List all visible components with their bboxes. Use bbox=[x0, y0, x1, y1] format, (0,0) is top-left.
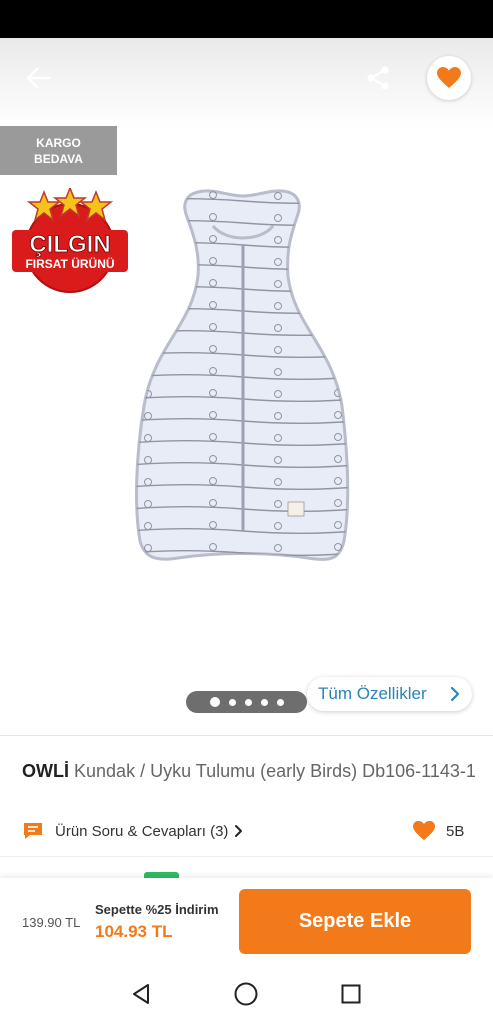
share-icon bbox=[367, 66, 389, 90]
pager-dot-4[interactable] bbox=[260, 698, 268, 706]
free-shipping-line1: KARGO bbox=[36, 136, 81, 150]
heart-icon bbox=[413, 820, 435, 841]
favorite-button[interactable] bbox=[427, 56, 471, 100]
product-image bbox=[135, 189, 350, 561]
add-to-cart-button[interactable]: Sepete Ekle bbox=[239, 889, 471, 954]
free-shipping-line2: BEDAVA bbox=[34, 152, 83, 166]
nav-home-button[interactable] bbox=[231, 980, 261, 1008]
gallery-pager[interactable] bbox=[186, 691, 307, 713]
pager-dot-1[interactable] bbox=[209, 697, 220, 707]
old-price: 139.90 TL bbox=[22, 915, 81, 930]
nav-back-button[interactable] bbox=[126, 980, 156, 1008]
chevron-right-icon bbox=[235, 825, 243, 837]
heart-icon bbox=[437, 67, 461, 88]
share-button[interactable] bbox=[358, 58, 398, 98]
promo-label: Sepette %25 İndirim bbox=[95, 902, 219, 917]
nav-home-icon bbox=[234, 982, 258, 1006]
status-bar bbox=[0, 0, 493, 38]
qa-link[interactable]: Ürün Soru & Cevapları (3) bbox=[22, 820, 245, 842]
back-arrow-icon bbox=[26, 67, 51, 89]
divider bbox=[0, 856, 493, 857]
product-brand[interactable]: OWLİ bbox=[22, 761, 69, 781]
deal-badge-line1: ÇILGIN bbox=[29, 231, 110, 258]
all-features-label: Tüm Özellikler bbox=[318, 684, 427, 703]
top-gradient bbox=[0, 38, 493, 128]
system-nav-bar bbox=[0, 964, 493, 1024]
nav-recents-button[interactable] bbox=[336, 980, 366, 1008]
pager-dot-3[interactable] bbox=[244, 698, 252, 706]
favorite-count-value: 5B bbox=[446, 822, 465, 840]
all-features-button[interactable]: Tüm Özellikler bbox=[307, 677, 472, 711]
nav-back-icon bbox=[133, 984, 149, 1004]
nav-recents-icon bbox=[341, 984, 361, 1004]
divider bbox=[0, 735, 493, 736]
pager-dot-2[interactable] bbox=[228, 698, 236, 706]
new-price: 104.93 TL bbox=[95, 922, 173, 941]
pager-dot-5[interactable] bbox=[276, 698, 284, 706]
product-gallery[interactable]: KARGO BEDAVA ÇILGIN FIRSAT ÜRÜNÜ bbox=[0, 38, 493, 735]
chat-icon bbox=[24, 823, 42, 839]
deal-badge-line2: FIRSAT ÜRÜNÜ bbox=[25, 256, 114, 271]
qa-label: Ürün Soru & Cevapları (3) bbox=[55, 822, 229, 840]
free-shipping-badge: KARGO BEDAVA bbox=[0, 126, 117, 175]
product-name: Kundak / Uyku Tulumu (early Birds) Db106… bbox=[74, 761, 476, 781]
favorite-count[interactable]: 5B bbox=[412, 820, 464, 842]
product-title: OWLİ Kundak / Uyku Tulumu (early Birds) … bbox=[22, 760, 482, 783]
back-button[interactable] bbox=[18, 60, 58, 96]
chevron-right-icon bbox=[450, 686, 460, 702]
crazy-deal-badge: ÇILGIN FIRSAT ÜRÜNÜ bbox=[12, 188, 128, 293]
